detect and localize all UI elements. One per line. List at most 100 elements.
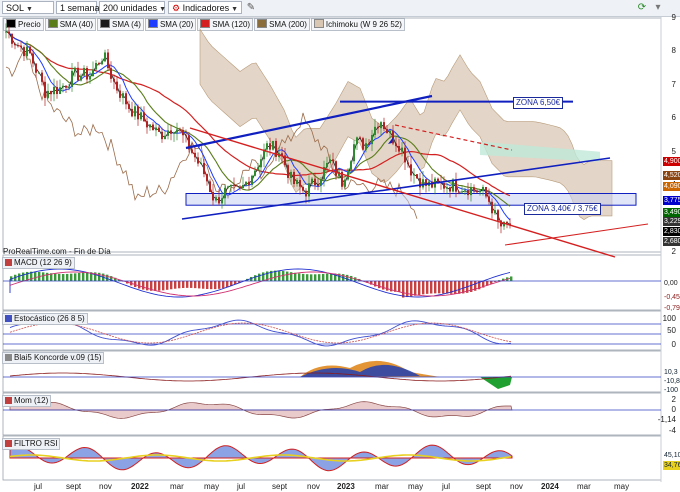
candle-body [359, 137, 361, 139]
panel-label-macd: MACD (12 26 9) [2, 257, 75, 269]
candle-body [74, 67, 76, 71]
candle-body [5, 31, 7, 33]
macd-histogram-bar [330, 273, 333, 281]
candle-body [161, 131, 163, 140]
candle-body [194, 152, 196, 158]
candle-body [380, 122, 382, 129]
candle-body [32, 53, 34, 64]
candle-body [326, 162, 328, 167]
macd-histogram-bar [206, 281, 209, 290]
candle-body [419, 178, 421, 188]
candle-body [107, 52, 109, 69]
macd-histogram-bar [446, 281, 449, 294]
macd-histogram-bar [510, 276, 513, 281]
candle-body [143, 112, 145, 122]
candle-body [356, 137, 358, 145]
candle-body [467, 190, 469, 196]
candle-body [455, 179, 457, 192]
candle-body [254, 170, 256, 176]
candle-body [128, 104, 130, 109]
macd-histogram-bar [318, 274, 321, 281]
candle-body [296, 180, 298, 185]
macd-histogram-bar [46, 272, 49, 281]
x-axis-tick: jul [442, 482, 451, 491]
macd-histogram-bar [166, 281, 169, 290]
macd-histogram-bar [202, 281, 205, 289]
candle-body [101, 61, 103, 65]
macd-histogram-bar [258, 273, 261, 281]
macd-histogram-bar [434, 281, 437, 294]
macd-histogram-bar [402, 281, 405, 298]
macd-histogram-bar [294, 272, 297, 281]
macd-histogram-bar [378, 281, 381, 289]
candle-body [110, 68, 112, 79]
candle-body [131, 108, 133, 117]
candle-body [203, 162, 205, 175]
x-axis-tick: jul [34, 482, 43, 491]
candle-body [368, 143, 370, 145]
macd-histogram-bar [214, 281, 217, 290]
candle-body [149, 124, 151, 128]
macd-histogram-bar [178, 281, 181, 289]
price-axis-tick: 9 [671, 13, 676, 22]
price-axis-tick: 7 [671, 79, 676, 89]
x-axis-tick: 2022 [131, 482, 149, 491]
candle-body [86, 67, 88, 80]
candle-body [65, 85, 67, 88]
candle-body [242, 185, 244, 189]
candle-body [437, 178, 439, 182]
macd-histogram-bar [54, 273, 57, 281]
macd-histogram-bar [186, 281, 189, 288]
candle-body [332, 159, 334, 162]
x-axis-tick: mar [375, 482, 389, 491]
candle-body [134, 106, 136, 117]
panel-label-stoch: Estocástico (26 8 5) [2, 313, 88, 325]
x-axis-tick: 2023 [337, 482, 355, 491]
macd-histogram-bar [382, 281, 385, 290]
x-axis-tick: may [204, 482, 220, 491]
candle-body [173, 132, 175, 134]
candle-body [377, 126, 379, 129]
candle-body [71, 70, 73, 87]
candle-body [269, 143, 271, 150]
candle-body [14, 43, 16, 46]
momentum-axis-tick: 2 [671, 395, 676, 404]
candle-body [350, 161, 352, 170]
x-axis-tick: sept [66, 482, 82, 491]
macd-histogram-bar [182, 281, 185, 288]
zone-label-lower: ZONA 3,40€ / 3,75€ [524, 203, 601, 215]
macd-histogram-bar [158, 281, 161, 291]
price-axis-tick: 5 [671, 146, 676, 156]
x-axis-tick: sept [476, 482, 492, 491]
macd-histogram-bar [138, 281, 141, 289]
momentum-axis-tick: -4 [668, 426, 676, 435]
macd-histogram-bar [322, 273, 325, 281]
candle-body [62, 85, 64, 88]
koncorde-axis-tick: -10,8 [664, 378, 680, 385]
macd-histogram-bar [198, 281, 201, 289]
macd-histogram-bar [414, 281, 417, 296]
candle-body [374, 126, 376, 135]
zone-label-upper: ZONA 6,50€ [513, 97, 564, 109]
stoch-d-line [9, 322, 512, 344]
candle-body [116, 81, 118, 91]
candle-body [287, 165, 289, 178]
candle-body [56, 86, 58, 95]
indicator-panel-frame [2, 254, 662, 311]
macd-histogram-bar [226, 281, 229, 288]
candle-body [68, 86, 70, 88]
candle-body [38, 72, 40, 74]
panel-label-mom: Mom (12) [2, 395, 52, 407]
indicator-panel-frame [2, 392, 662, 436]
candle-body [185, 135, 187, 137]
macd-histogram-bar [42, 272, 45, 281]
x-axis-tick: sept [272, 482, 288, 491]
macd-histogram-bar [442, 281, 445, 294]
price-level-badge: 2,830 [663, 227, 680, 236]
candle-body [200, 162, 202, 164]
candle-body [59, 87, 61, 95]
price-level-badge: 3,229 [663, 217, 680, 226]
stoch-axis-tick: 0 [671, 340, 676, 349]
candle-body [272, 140, 274, 150]
macd-histogram-bar [302, 273, 305, 281]
